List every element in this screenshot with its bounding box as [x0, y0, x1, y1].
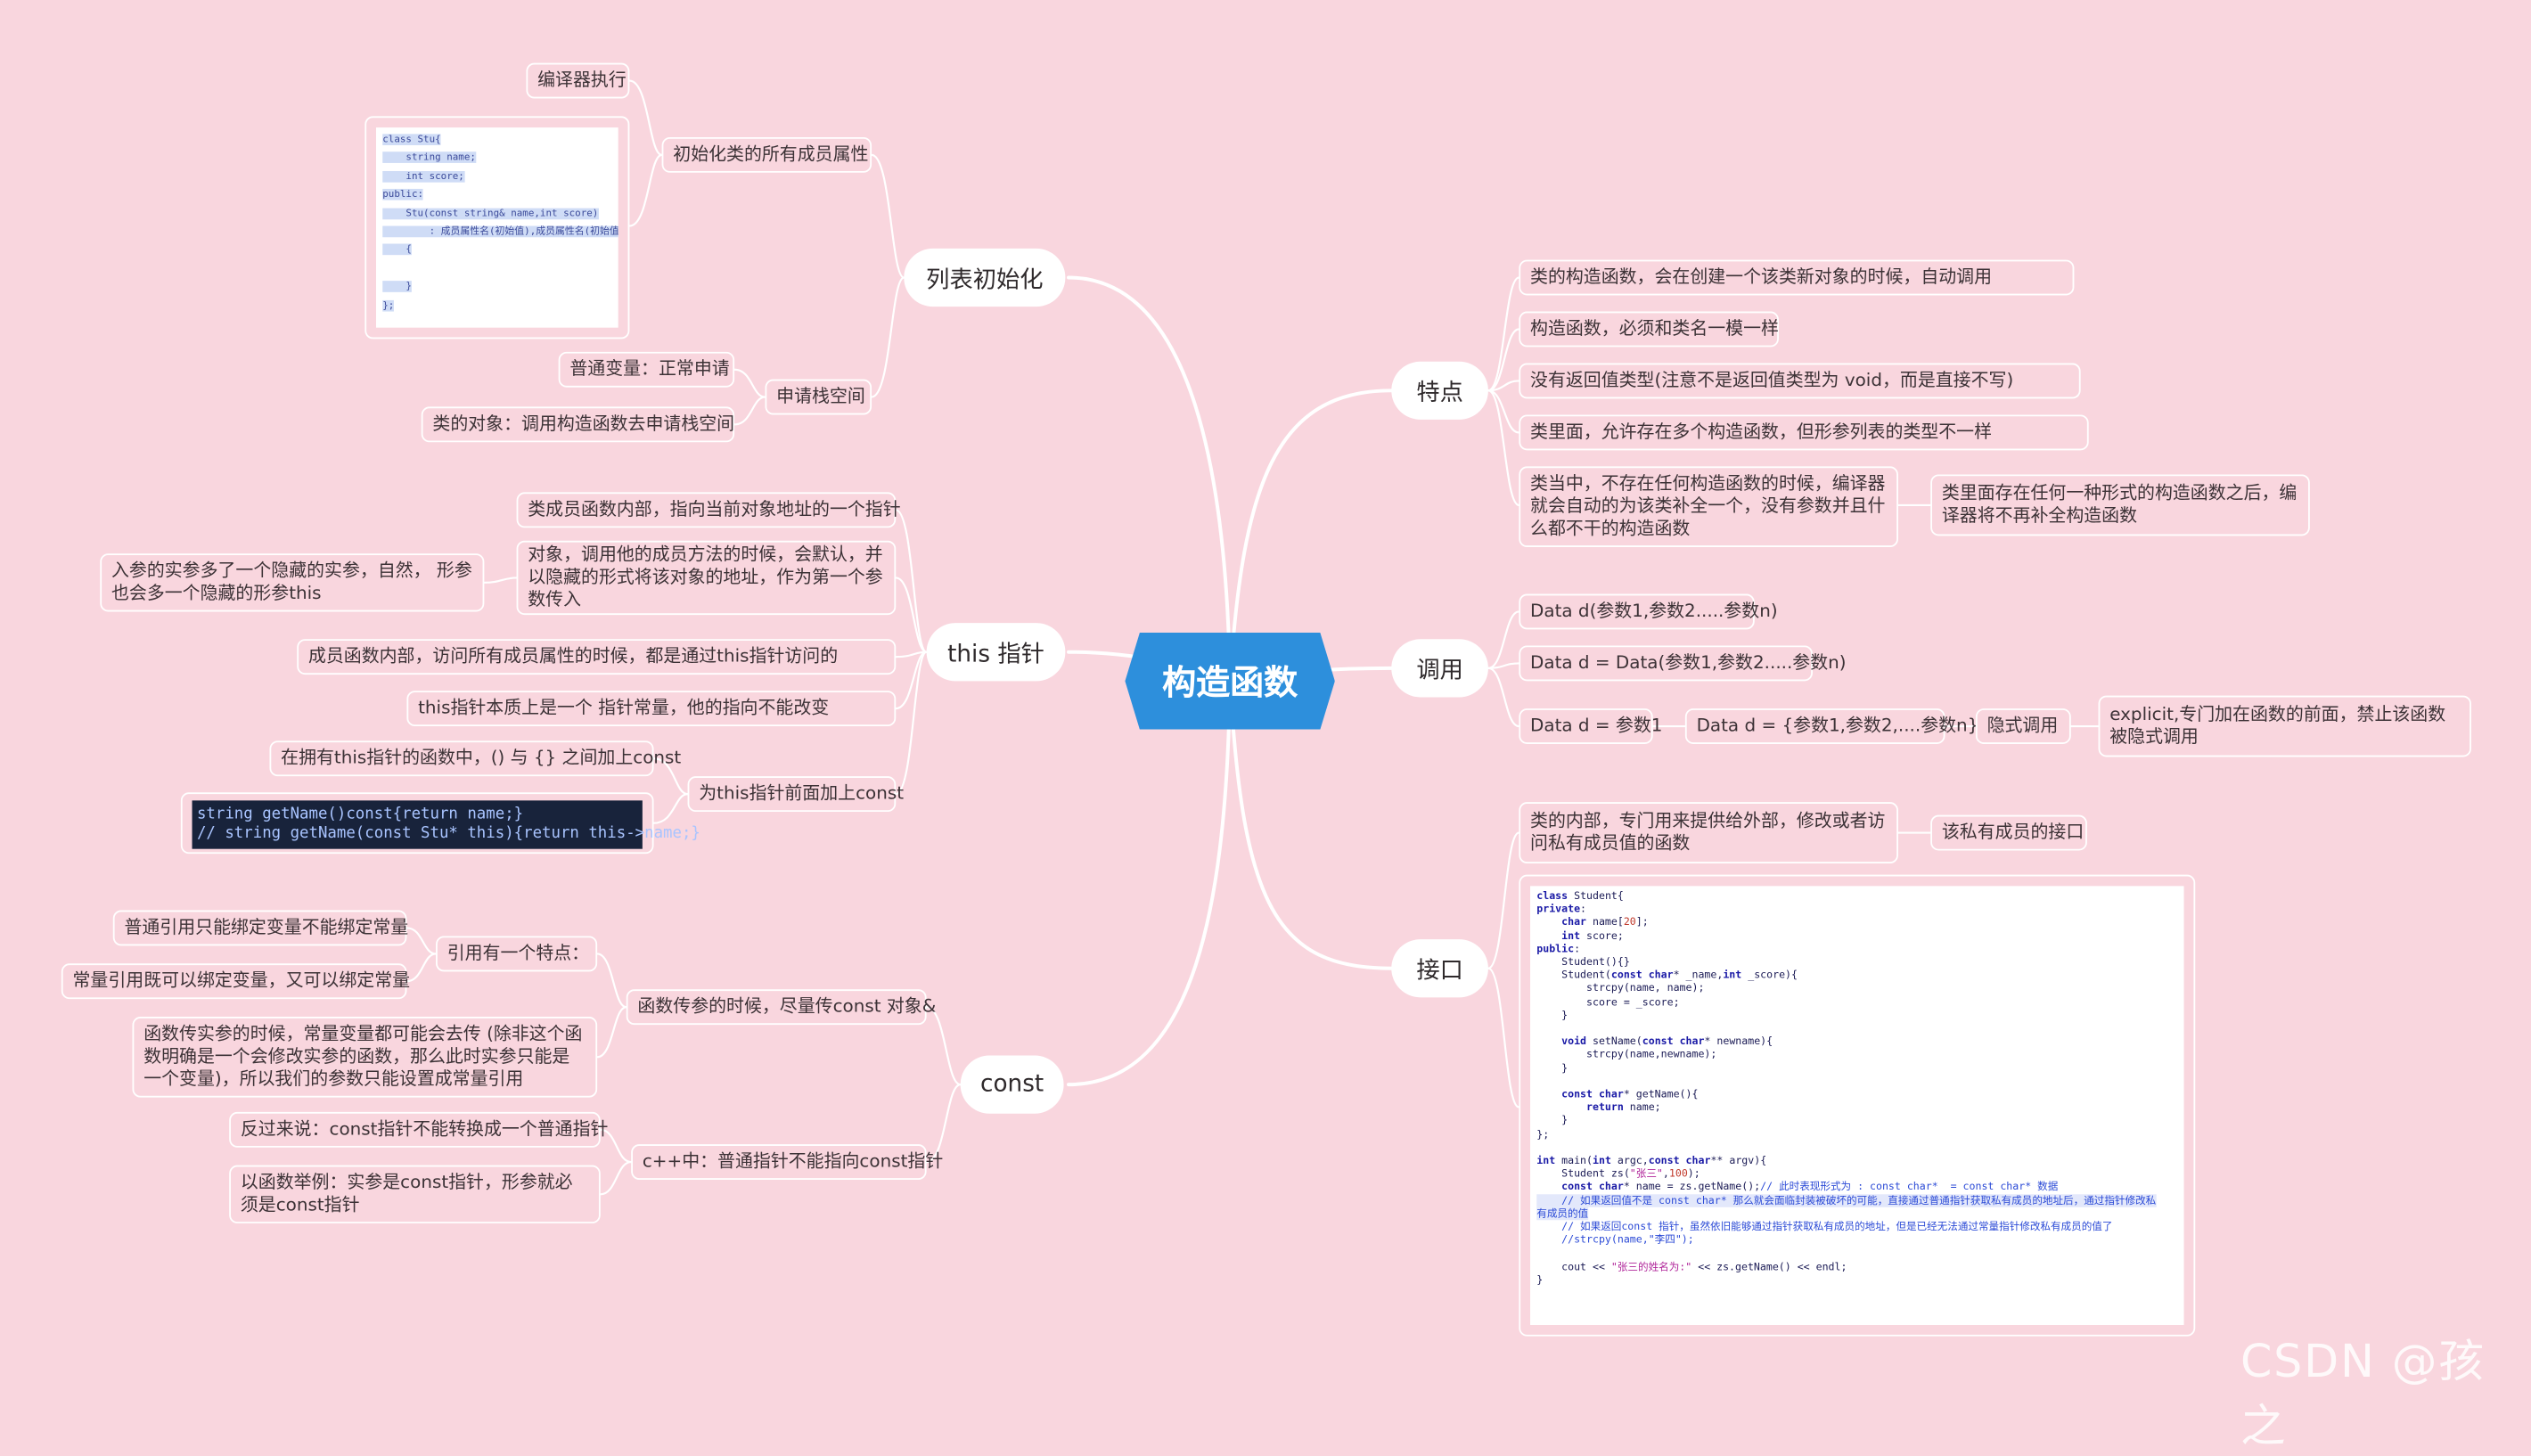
node-hidden-argument[interactable]: 入参的实参多了一个隐藏的实参，自然， 形参也会多一个隐藏的形参this: [100, 553, 485, 612]
node-pointer-constant[interactable]: this指针本质上是一个 指针常量，他的指向不能改变: [406, 691, 897, 727]
branch-this-pointer[interactable]: this 指针: [926, 623, 1066, 682]
branch-interface[interactable]: 接口: [1391, 939, 1488, 998]
code-line: class Stu{: [382, 134, 441, 146]
code-image-interface: class Student{ private: char name[20]; i…: [1519, 874, 2196, 1337]
branch-call[interactable]: 调用: [1391, 639, 1488, 698]
node-implicit-call[interactable]: 隐式调用: [1975, 708, 2071, 744]
branch-const[interactable]: const: [960, 1055, 1064, 1114]
code-image-init-list: class Stu{ string name; int score; publi…: [364, 116, 630, 339]
branch-features[interactable]: 特点: [1391, 361, 1488, 420]
node-private-interface[interactable]: 该私有成员的接口: [1930, 814, 2087, 851]
code-line: // string getName(const Stu* this){retur…: [196, 824, 700, 843]
node-param-pass-const-ref[interactable]: 函数传参的时候，尽量传const 对象&: [626, 989, 936, 1026]
node-access-members[interactable]: 成员函数内部，访问所有成员属性的时候，都是通过this指针访问的: [297, 639, 897, 675]
node-call-explicit-temp[interactable]: Data d = Data(参数1,参数2.....参数n): [1519, 645, 1847, 682]
node-init-all-members[interactable]: 初始化类的所有成员属性: [661, 136, 872, 173]
mind-map: 构造函数 列表初始化 this 指针 const 特点 调用 接口 初始化类的所…: [0, 0, 2531, 1452]
node-explicit-keyword[interactable]: explicit,专门加在函数的前面，禁止该函数被隐式调用: [2098, 695, 2471, 757]
node-normal-reference[interactable]: 普通引用只能绑定变量不能绑定常量: [112, 910, 408, 946]
root-topic[interactable]: 构造函数: [1125, 632, 1335, 730]
code-interface-example: class Student{ private: char name[20]; i…: [1530, 886, 2184, 1325]
code-line: : 成员属性名(初始值),成员属性名(初始值: [382, 225, 618, 238]
node-interface-desc[interactable]: 类的内部，专门用来提供给外部，修改或者访问私有成员值的函数: [1519, 802, 1898, 863]
node-function-example[interactable]: 以函数举例：实参是const指针，形参就必须是const指针: [229, 1165, 601, 1223]
node-feature-overload[interactable]: 类里面，允许存在多个构造函数，但形参列表的类型不一样: [1519, 414, 2089, 451]
node-call-brace-list[interactable]: Data d = {参数1,参数2,....参数n}: [1684, 708, 1978, 744]
node-feature-default-ctor[interactable]: 类当中，不存在任何构造函数的时候，编译器就会自动的为该类补全一个，没有参数并且什…: [1519, 466, 1898, 547]
code-line: }: [382, 281, 412, 293]
node-this-hidden-param[interactable]: 对象，调用他的成员方法的时候，会默认，并以隐藏的形式将该对象的地址，作为第一个参…: [516, 540, 897, 616]
node-class-object[interactable]: 类的对象：调用构造函数去申请栈空间: [421, 406, 735, 443]
code-line: {: [382, 244, 412, 256]
node-apply-stack[interactable]: 申请栈空间: [765, 379, 872, 415]
node-reverse-rule[interactable]: 反过来说：const指针不能转换成一个普通指针: [229, 1111, 608, 1148]
code-line: Stu(const string& name,int score): [382, 207, 599, 219]
node-const-reference[interactable]: 常量引用既可以绑定变量，又可以绑定常量: [61, 963, 410, 1000]
code-this-const: string getName()const{return name;} // s…: [192, 800, 700, 849]
code-line: string name;: [382, 151, 476, 164]
node-cpp-pointer-rule[interactable]: c++中：普通指针不能指向const指针: [631, 1144, 943, 1180]
code-image-this-const: string getName()const{return name;} // s…: [180, 792, 700, 855]
node-feature-no-auto-complete[interactable]: 类里面存在任何一种形式的构造函数之后，编译器将不再补全构造函数: [1930, 474, 2310, 536]
code-init-list: class Stu{ string name; int score; publi…: [376, 127, 618, 328]
code-line: public:: [382, 189, 424, 200]
branch-init-list[interactable]: 列表初始化: [904, 248, 1066, 307]
code-line: string getName()const{return name;}: [196, 805, 524, 823]
node-const-position[interactable]: 在拥有this指针的函数中，() 与 {} 之间加上const: [269, 740, 681, 777]
node-add-const[interactable]: 为this指针前面加上const: [687, 776, 904, 813]
node-feature-auto-call[interactable]: 类的构造函数，会在创建一个该类新对象的时候，自动调用: [1519, 259, 2075, 296]
node-feature-same-name[interactable]: 构造函数，必须和类名一模一样: [1519, 311, 1779, 348]
node-normal-variable[interactable]: 普通变量：正常申请: [558, 351, 735, 388]
watermark: CSDN @孩之: [2240, 1334, 2486, 1453]
node-call-direct[interactable]: Data d(参数1,参数2.....参数n): [1519, 593, 1778, 630]
node-feature-no-return-type[interactable]: 没有返回值类型(注意不是返回值类型为 void，而是直接不写): [1519, 363, 2081, 399]
code-line: };: [382, 299, 395, 311]
node-reference-feature[interactable]: 引用有一个特点：: [436, 936, 598, 972]
node-compiler-executes[interactable]: 编译器执行: [526, 62, 630, 99]
node-this-points-current[interactable]: 类成员函数内部，指向当前对象地址的一个指针: [516, 492, 901, 528]
node-param-detail[interactable]: 函数传实参的时候，常量变量都可能会去传 (除非这个函数明确是一个会修改实参的函数…: [132, 1017, 598, 1098]
node-call-assign-param[interactable]: Data d = 参数1: [1519, 708, 1662, 744]
code-line: int score;: [382, 170, 464, 183]
